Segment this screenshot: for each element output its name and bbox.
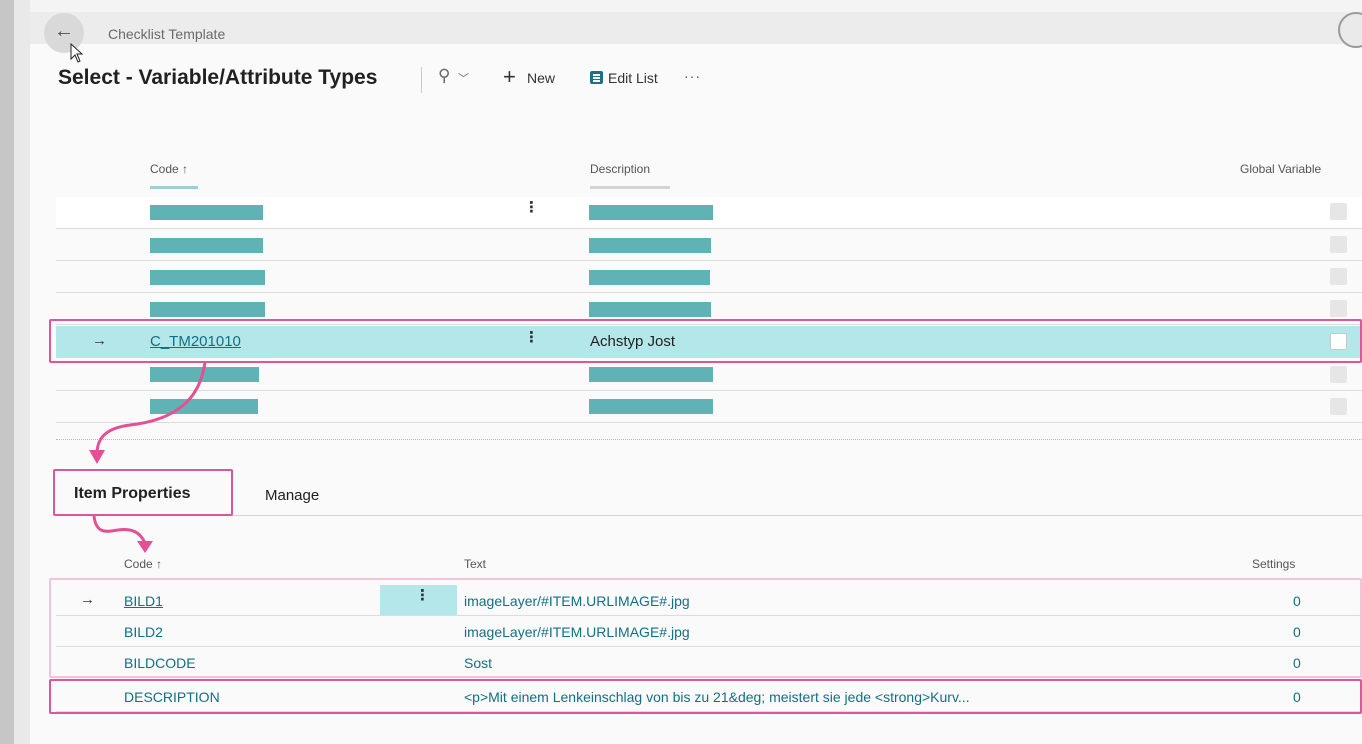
annotation-arrows <box>89 361 207 553</box>
mouse-cursor-icon <box>70 43 84 63</box>
